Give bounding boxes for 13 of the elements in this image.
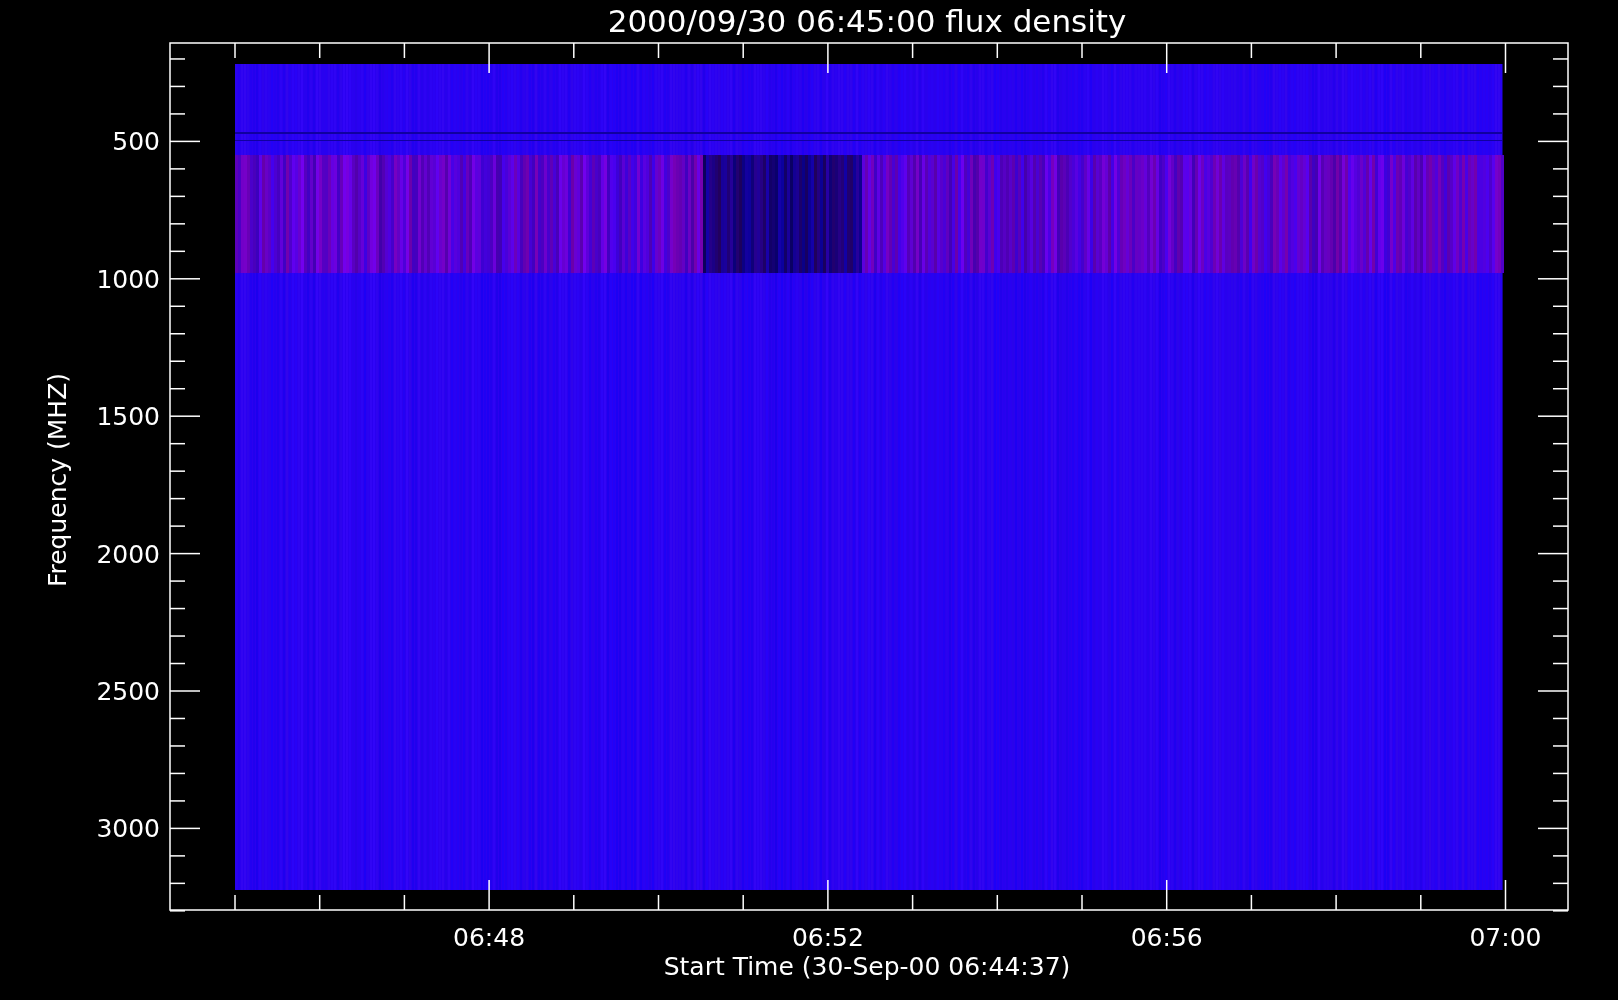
y-tick-label: 1500 [96, 402, 160, 432]
x-axis-label: Start Time (30-Sep-00 06:44:37) [663, 952, 1071, 981]
x-tick-label: 06:52 [791, 923, 864, 952]
x-tick-label: 07:00 [1469, 923, 1542, 952]
plot-title: 2000/09/30 06:45:00 flux density [607, 3, 1127, 39]
y-tick-label: 1000 [96, 264, 160, 294]
y-axis-label: Frequency (MHZ) [43, 372, 72, 588]
y-tick-label: 2500 [96, 677, 160, 706]
y-tick-label: 3000 [96, 814, 160, 844]
y-tick-label: 2000 [96, 539, 160, 569]
x-tick-label: 06:48 [453, 923, 526, 952]
x-tick-label: 06:56 [1130, 923, 1203, 952]
y-tick-label: 500 [112, 127, 160, 157]
